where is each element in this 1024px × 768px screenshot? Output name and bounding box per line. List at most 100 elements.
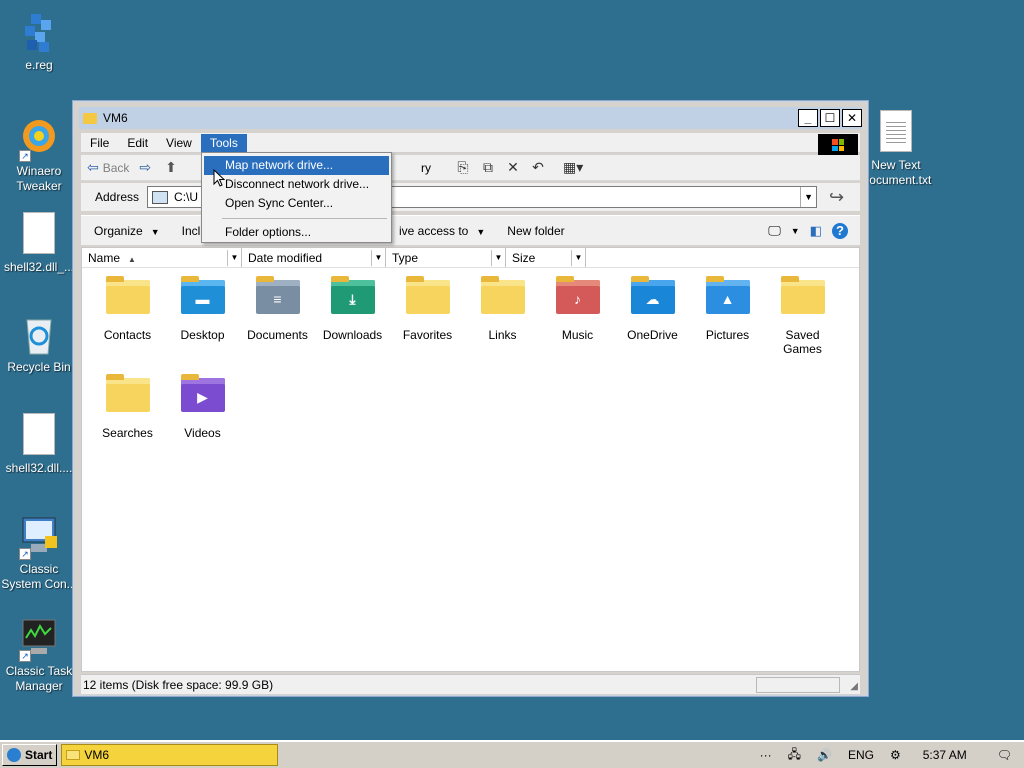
item-label: Downloads [322,328,383,342]
settings-gear-icon[interactable]: ⚙ [890,748,901,762]
organize-button[interactable]: Organize ▼ [94,224,160,238]
item-label: Music [561,328,594,342]
menu-item-map-network-drive[interactable]: Map network drive... [204,156,389,175]
list-item[interactable]: Links [465,276,540,376]
menu-item-open-sync-center[interactable]: Open Sync Center... [204,194,389,213]
undo-icon[interactable]: ↶ [528,159,548,177]
column-header-name[interactable]: Name ▲ ▼ [82,248,242,267]
menu-file[interactable]: File [81,134,118,152]
desktop-icon-label: e.reg [25,58,53,72]
file-list-pane[interactable]: Name ▲ ▼ Date modified ▼ Type ▼ Size ▼ Co… [81,247,860,672]
text-file-icon [874,110,918,154]
title-bar[interactable]: VM6 _ ☐ ✕ [79,107,862,129]
desktop-icon-recycle-bin[interactable]: Recycle Bin [1,312,77,375]
shortcut-arrow-icon: ↗ [19,548,31,560]
column-filter-button[interactable]: ▼ [491,250,505,266]
column-filter-button[interactable]: ▼ [227,250,241,266]
column-header-date-modified[interactable]: Date modified ▼ [242,248,386,267]
list-item[interactable]: ⤓ Downloads [315,276,390,376]
folder-icon [480,276,525,314]
history-button-label[interactable]: ry [421,161,431,175]
mouse-cursor-icon [213,169,225,187]
column-filter-button[interactable]: ▼ [371,250,385,266]
resize-grip-icon[interactable]: ◢ [850,681,858,692]
desktop-icon-label: Recycle Bin [7,360,71,374]
desktop-icon-classic-task-manager[interactable]: ↗ Classic Task Manager [1,616,77,694]
column-header-type[interactable]: Type ▼ [386,248,506,267]
menu-item-folder-options[interactable]: Folder options... [204,223,389,242]
preview-pane-icon[interactable]: ◧ [810,223,822,239]
item-label: Links [488,328,517,342]
list-item[interactable]: Contacts [90,276,165,376]
move-to-icon[interactable]: ⎘ [453,159,473,177]
desktop-icon-new-text-document[interactable]: New Text Document.txt [858,110,934,188]
desktop-icon-shell32-1[interactable]: shell32.dll_... [1,212,77,275]
videos-folder-icon: ▶ [180,374,225,412]
notifications-icon[interactable]: 🗨 [997,748,1012,762]
music-folder-icon: ♪ [555,276,600,314]
status-bar: 12 items (Disk free space: 99.9 GB) ◢ [81,674,860,694]
go-arrow-icon[interactable]: ↪ [829,187,844,208]
desktop-icon-winaero-tweaker[interactable]: ↗ Winaero Tweaker [1,116,77,194]
forward-button[interactable]: ⇨ [139,159,155,176]
pictures-folder-icon: ▲ [705,276,750,314]
list-item[interactable]: Saved Games [765,276,840,376]
help-icon[interactable]: ? [832,222,848,239]
volume-icon[interactable]: 🔊 [817,748,832,762]
status-text: 12 items (Disk free space: 99.9 GB) [83,677,274,692]
item-label: Documents [247,328,308,342]
list-item[interactable]: ≡ Documents [240,276,315,376]
menu-item-disconnect-network-drive[interactable]: Disconnect network drive... [204,175,389,194]
list-item[interactable]: ♪ Music [540,276,615,376]
control-panel-icon: ↗ [17,514,61,560]
list-item[interactable]: ☁ OneDrive [615,276,690,376]
menu-separator [222,218,387,219]
change-view-icon[interactable]: 🖵 [768,223,781,239]
desktop-icon-label: Classic System Con... [1,562,77,591]
start-button[interactable]: Start [2,744,58,766]
chevron-down-icon[interactable]: ▼ [791,226,800,236]
column-headers: Name ▲ ▼ Date modified ▼ Type ▼ Size ▼ [82,248,859,268]
copy-to-icon[interactable]: ⧉ [478,159,498,177]
onedrive-folder-icon: ☁ [630,276,675,314]
system-tray: ··· 🖧 🔊 ENG ⚙ 5:37 AM 🗨 [752,742,1024,768]
list-item[interactable]: Searches [90,374,165,474]
clock[interactable]: 5:37 AM [923,748,967,762]
desktop-icon-label: New Text Document.txt [860,158,932,187]
address-dropdown-button[interactable]: ▼ [800,187,816,207]
minimize-button[interactable]: _ [798,109,818,127]
task-manager-icon: ↗ [17,616,61,662]
column-filter-button[interactable]: ▼ [571,250,585,266]
list-item[interactable]: ▶ Videos [165,374,240,474]
menu-edit[interactable]: Edit [118,134,157,152]
maximize-button[interactable]: ☐ [820,109,840,127]
delete-icon[interactable]: ✕ [503,159,523,177]
desktop-icon-ereg[interactable]: e.reg [1,10,77,73]
share-with-button[interactable]: ive access to ▼ [399,224,485,238]
desktop-icon-label: Winaero Tweaker [16,164,62,193]
list-item[interactable]: ▲ Pictures [690,276,765,376]
column-header-size[interactable]: Size ▼ [506,248,586,267]
item-label: Videos [184,426,221,440]
back-button[interactable]: ⇦ Back [87,159,129,176]
up-folder-button[interactable]: ⬆ [165,159,181,176]
chevron-down-icon: ▼ [150,226,160,237]
close-button[interactable]: ✕ [842,109,862,127]
language-indicator[interactable]: ENG [848,748,874,762]
views-icon[interactable]: ▦▾ [563,159,583,177]
file-icon [17,413,61,457]
tray-overflow-button[interactable]: ··· [760,748,772,762]
desktop-icon-classic-system-control[interactable]: ↗ Classic System Con... [1,514,77,592]
shortcut-arrow-icon: ↗ [19,150,31,162]
list-item[interactable]: Favorites [390,276,465,376]
new-folder-button[interactable]: New folder [507,224,564,238]
desktop-icon-shell32-2[interactable]: shell32.dll.... [1,413,77,476]
menu-tools[interactable]: Tools [200,133,247,152]
taskbar-button-vm6[interactable]: VM6 [61,744,279,766]
documents-folder-icon: ≡ [255,276,300,314]
network-icon[interactable]: 🖧 [788,745,801,766]
item-label: Saved Games [783,328,822,356]
list-item[interactable]: ▬ Desktop [165,276,240,376]
address-bar: Address C:\U ▼ ↪ [81,183,860,211]
menu-view[interactable]: View [157,134,201,152]
